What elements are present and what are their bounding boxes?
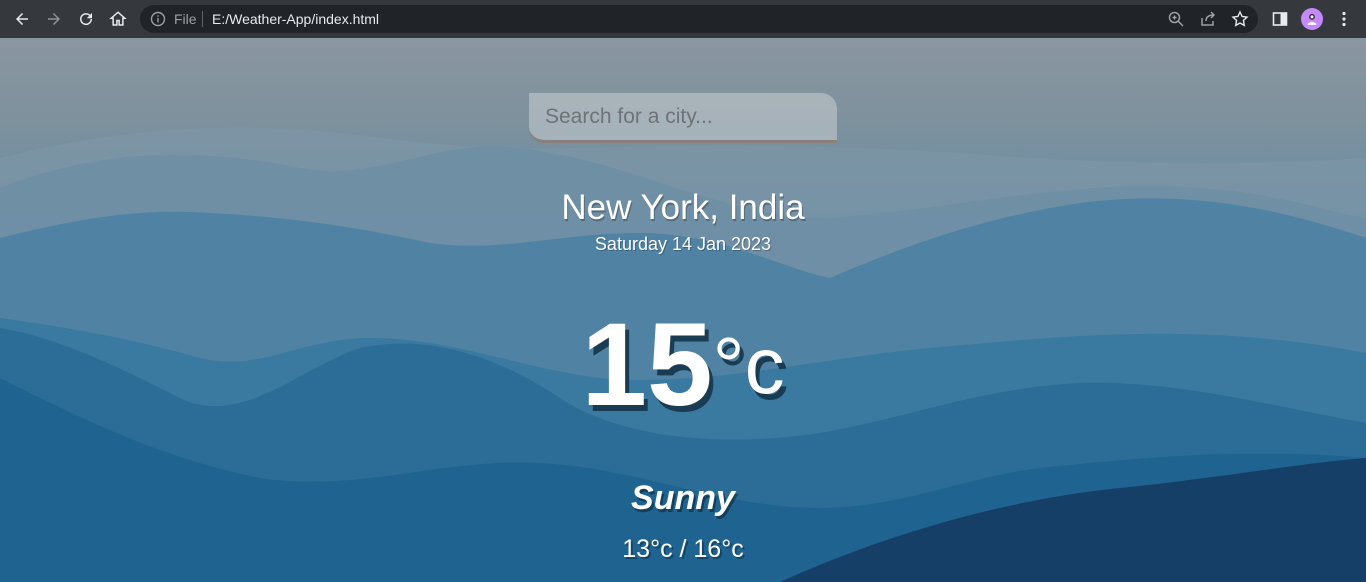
temperature-display: 15°c: [0, 306, 1366, 424]
temperature-value: 15: [581, 299, 713, 431]
browser-toolbar: File E:/Weather-App/index.html: [0, 0, 1366, 38]
profile-avatar[interactable]: [1301, 8, 1323, 30]
temperature-range: 13°c / 16°c: [622, 535, 744, 563]
weather-condition: Sunny: [631, 479, 735, 517]
date-text: Saturday 14 Jan 2023: [594, 234, 772, 254]
location-title: New York, India: [561, 188, 805, 227]
file-label: File: [174, 11, 197, 27]
sidebar-icon[interactable]: [1268, 7, 1292, 31]
forward-icon[interactable]: [42, 7, 66, 31]
city-search-input[interactable]: [529, 93, 837, 143]
weather-page: New York, India Saturday 14 Jan 2023 15°…: [0, 38, 1366, 582]
url-text[interactable]: E:/Weather-App/index.html: [212, 11, 379, 27]
reload-icon[interactable]: [74, 7, 98, 31]
zoom-icon[interactable]: [1167, 10, 1185, 28]
home-icon[interactable]: [106, 7, 130, 31]
address-separator: [202, 11, 203, 27]
menu-icon[interactable]: [1332, 7, 1356, 31]
address-bar[interactable]: File E:/Weather-App/index.html: [140, 5, 1258, 33]
info-icon[interactable]: [150, 11, 166, 27]
star-icon[interactable]: [1231, 10, 1249, 28]
back-icon[interactable]: [10, 7, 34, 31]
share-icon[interactable]: [1199, 10, 1217, 28]
temperature-unit: °c: [712, 321, 785, 410]
